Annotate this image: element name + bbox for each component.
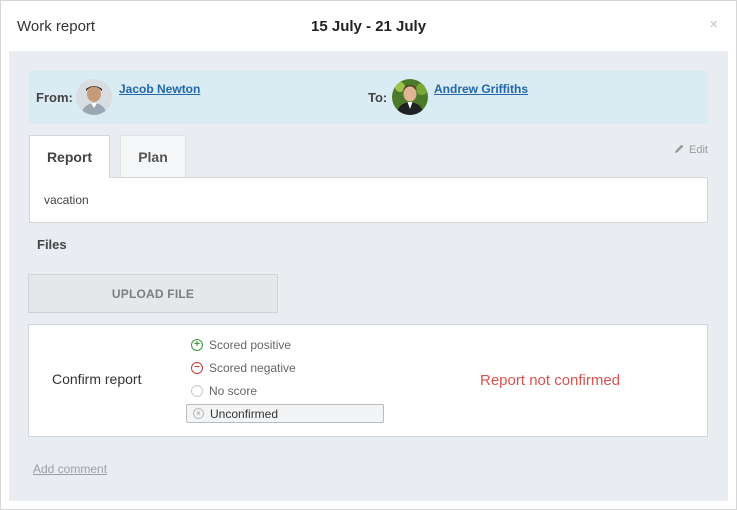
files-heading: Files [37, 237, 67, 252]
close-icon[interactable]: × [709, 17, 718, 32]
tab-report[interactable]: Report [29, 135, 110, 178]
dialog-title: Work report [17, 18, 96, 35]
tab-plan[interactable]: Plan [120, 135, 186, 178]
to-label: To: [368, 90, 388, 105]
option-unconfirmed-selected[interactable]: × Unconfirmed [186, 404, 384, 423]
dialog-body: From: Jacob Newton To: Andrew Griffiths … [9, 51, 728, 501]
report-period: 15 July - 21 July [311, 18, 427, 35]
option-label: Scored negative [209, 361, 296, 375]
to-name-link[interactable]: Andrew Griffiths [434, 82, 528, 96]
to-avatar[interactable] [392, 79, 428, 115]
report-content-box: vacation [29, 177, 708, 223]
confirm-report-label: Confirm report [52, 371, 142, 387]
pencil-icon [674, 143, 685, 157]
title-bar: Work report 15 July - 21 July × [1, 1, 736, 51]
report-status: Report not confirmed [480, 372, 621, 389]
from-name-link[interactable]: Jacob Newton [119, 82, 200, 96]
from-label: From: [36, 90, 73, 105]
option-label: No score [209, 384, 258, 398]
option-scored-negative[interactable]: − Scored negative [191, 361, 296, 375]
upload-file-button[interactable]: UPLOAD FILE [28, 274, 278, 313]
add-comment-link[interactable]: Add comment [33, 462, 107, 476]
confirm-report-box: Confirm report + Scored positive − Score… [28, 324, 708, 437]
plus-circle-icon: + [191, 339, 203, 351]
option-label: Scored positive [209, 338, 292, 352]
report-text: vacation [44, 193, 89, 207]
option-scored-positive[interactable]: + Scored positive [191, 338, 291, 352]
edit-label: Edit [689, 144, 708, 156]
people-bar: From: Jacob Newton To: Andrew Griffiths [29, 71, 708, 124]
work-report-dialog: Work report 15 July - 21 July × From: Ja… [0, 0, 737, 510]
minus-circle-icon: − [191, 362, 203, 374]
option-no-score[interactable]: No score [191, 384, 257, 398]
option-label: Unconfirmed [210, 406, 279, 421]
edit-button[interactable]: Edit [674, 143, 708, 157]
x-circle-icon: × [193, 408, 204, 419]
from-avatar[interactable] [76, 79, 112, 115]
empty-circle-icon [191, 385, 203, 397]
